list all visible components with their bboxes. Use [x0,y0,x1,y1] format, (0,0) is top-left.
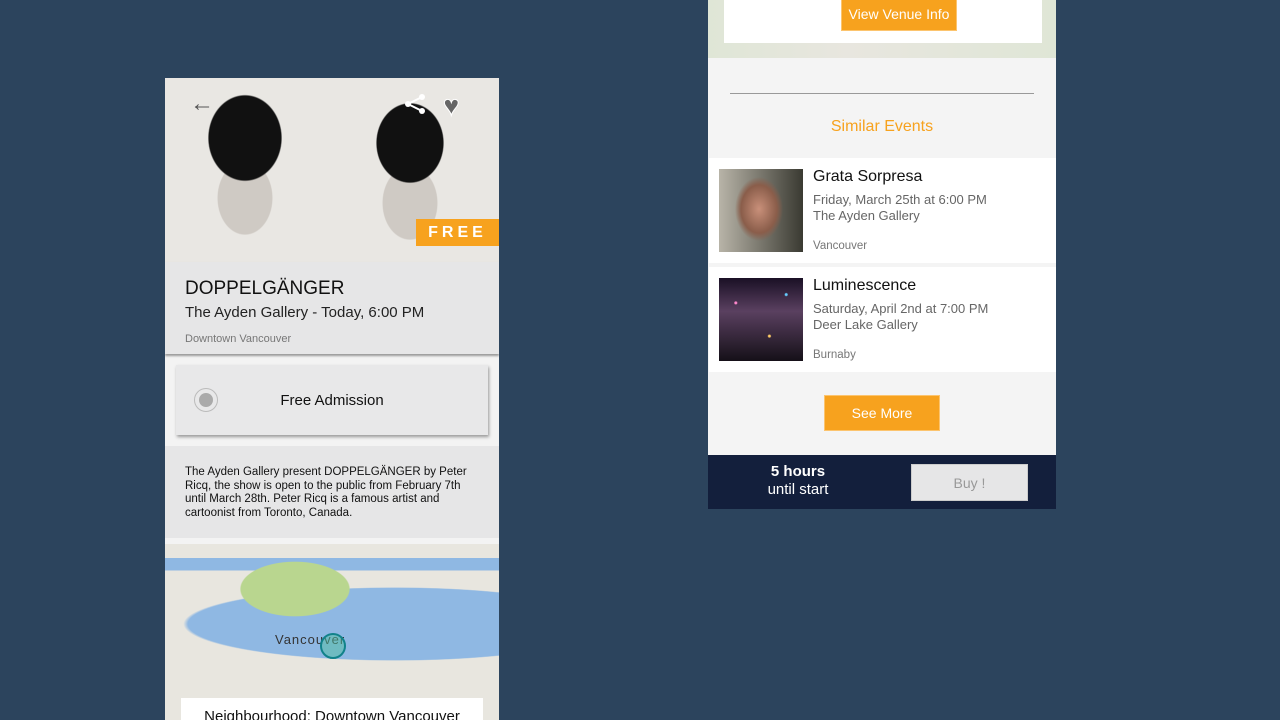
event-hero-image: ← ♥ FREE [165,78,499,262]
event-thumbnail [719,169,803,252]
heart-icon[interactable]: ♥ [443,90,461,122]
buy-button[interactable]: Buy ! [911,464,1028,501]
event-title: Luminescence [813,277,917,294]
similar-events-heading: Similar Events [830,118,934,135]
event-info: DOPPELGÄNGER The Ayden Gallery - Today, … [165,262,499,354]
see-more-button[interactable]: See More [824,395,940,431]
event-detail-screen-scrolled: View Venue Info Similar Events Grata Sor… [708,0,1056,509]
event-neighbourhood: Downtown Vancouver [185,333,292,345]
ticket-option-free-admission[interactable]: Free Admission [176,365,488,435]
time-until-start: 5 hours [770,463,826,480]
neighbourhood-card: Neighbourhood: Downtown Vancouver [181,698,483,720]
similar-event-item[interactable]: Grata Sorpresa Friday, March 25th at 6:0… [709,158,1056,263]
event-title: DOPPELGÄNGER [185,278,345,299]
similar-event-item[interactable]: Luminescence Saturday, April 2nd at 7:00… [709,267,1056,372]
event-city: Vancouver [813,240,868,252]
event-date: Friday, March 25th at 6:00 PM [813,192,987,207]
event-detail-screen: ← ♥ FREE DOPPELGÄNGER The Ayden Gallery … [165,78,499,720]
divider [730,93,1034,94]
event-map[interactable]: Vancouver Neighbourhood: Downtown Vancou… [165,544,499,720]
until-start-label: until start [767,481,829,498]
ticket-option-label: Free Admission [280,391,384,409]
event-thumbnail [719,278,803,361]
share-icon[interactable] [403,92,427,116]
arrow-left-icon[interactable]: ← [190,90,214,118]
radio-button[interactable] [194,388,218,412]
event-title: Grata Sorpresa [813,168,923,185]
event-description: The Ayden Gallery present DOPPELGÄNGER b… [165,446,499,538]
free-badge: FREE [416,219,499,246]
purchase-footer: 5 hours until start Buy ! [708,455,1056,509]
event-date: Saturday, April 2nd at 7:00 PM [813,301,989,316]
view-venue-info-button[interactable]: View Venue Info [841,0,957,31]
venue-map[interactable]: View Venue Info [708,0,1056,58]
event-venue: The Ayden Gallery [813,208,920,223]
event-subtitle: The Ayden Gallery - Today, 6:00 PM [185,304,425,321]
event-city: Burnaby [813,349,856,361]
event-venue: Deer Lake Gallery [813,317,918,332]
venue-card: View Venue Info [724,0,1042,43]
location-marker [320,633,346,659]
